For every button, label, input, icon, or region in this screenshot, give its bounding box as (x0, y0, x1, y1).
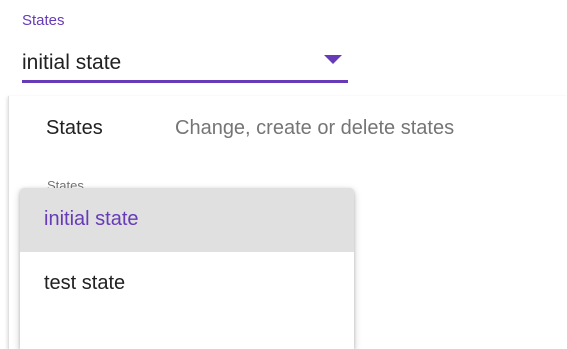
dropdown-option-initial-state[interactable]: initial state (20, 188, 354, 252)
dropdown-option-label: test state (44, 272, 126, 294)
dropdown-arrow-icon[interactable] (324, 55, 342, 64)
state-select-underline (22, 80, 348, 83)
state-select-value[interactable]: initial state (22, 51, 121, 75)
state-select[interactable]: States initial state (22, 8, 348, 83)
dropdown-option-label: initial state (44, 208, 139, 230)
panel-description: Change, create or delete states (175, 117, 455, 139)
panel-title: States (46, 117, 103, 139)
state-dropdown-menu: initial state test state (20, 188, 354, 349)
dropdown-option-test-state[interactable]: test state (20, 252, 354, 316)
state-select-label: States (22, 12, 65, 29)
